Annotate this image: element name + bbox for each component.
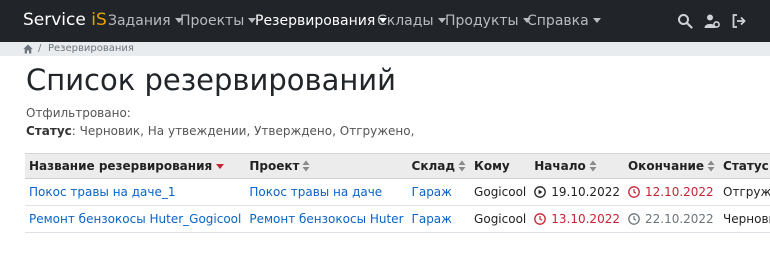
nav-projects-label: Проекты (180, 13, 245, 29)
filtered-label: Отфильтровано: (26, 106, 131, 120)
status-filter-summary: Статус: Черновик, На утвеждении, Утвержд… (26, 124, 414, 138)
col-warehouse-label: Склад (411, 159, 456, 173)
clock-icon (534, 213, 547, 225)
nav-products[interactable]: Продукты (445, 13, 531, 29)
cell-name: Ремонт бензокосы Huter_Gogicool (25, 205, 246, 233)
end-date: 22.10.2022 (644, 212, 714, 226)
sort-icon (458, 160, 466, 172)
start-date: 13.10.2022 (551, 212, 620, 226)
nav-reservations-label: Резервирования (255, 13, 376, 29)
cell-project: Покос травы на даче (245, 178, 408, 206)
start-date: 19.10.2022 (551, 185, 620, 199)
col-start-label: Начало (534, 159, 586, 173)
nav-projects[interactable]: Проекты (180, 13, 257, 29)
cell-name: Покос травы на даче_1 (25, 178, 246, 206)
cell-status: Отгружено (719, 178, 770, 206)
chevron-down-icon (592, 18, 601, 23)
table-header-row: Название резервирования Проект Склад Ком… (25, 153, 770, 179)
project-link[interactable]: Покос травы на даче (249, 185, 382, 199)
warehouse-link[interactable]: Гараж (412, 185, 452, 199)
sort-icon (302, 160, 310, 172)
nav-tasks[interactable]: Задания (108, 13, 183, 29)
breadcrumb: / Резервирования (0, 42, 770, 56)
warehouse-link[interactable]: Гараж (412, 212, 452, 226)
sort-desc-icon (216, 164, 225, 169)
table-row: Ремонт бензокосы Huter_Gogicool Ремонт б… (25, 205, 770, 233)
col-project-label: Проект (249, 159, 300, 173)
nav-warehouses-label: Склады (377, 13, 434, 29)
col-project-header[interactable]: Проект (245, 153, 408, 179)
cell-to: Gogicool (470, 178, 531, 206)
nav-reservations[interactable]: Резервирования (255, 13, 388, 29)
cell-start: 19.10.2022 (530, 178, 624, 206)
page-title: Список резервирований (26, 63, 397, 97)
nav-warehouses[interactable]: Склады (377, 13, 446, 29)
status-filter-key: Статус (26, 124, 72, 138)
col-status-header[interactable]: Статус (719, 153, 770, 179)
col-end-label: Окончание (627, 159, 705, 173)
col-name-label: Название резервирования (29, 159, 213, 173)
cell-end: 22.10.2022 (623, 205, 720, 233)
col-to-label: Кому (474, 159, 510, 173)
clock-icon (628, 186, 640, 198)
brand-logo[interactable]: Service iS (23, 10, 107, 30)
reservation-link[interactable]: Покос травы на даче_1 (29, 185, 175, 199)
home-icon[interactable] (23, 44, 33, 54)
breadcrumb-current: Резервирования (48, 43, 134, 54)
cell-project: Ремонт бензокосы Huter (245, 205, 408, 233)
col-to-header[interactable]: Кому (470, 153, 531, 179)
table-row: Покос травы на даче_1 Покос травы на дач… (25, 178, 770, 206)
status-filter-values: : Черновик, На утвеждении, Утверждено, О… (71, 124, 415, 138)
col-warehouse-header[interactable]: Склад (407, 153, 471, 179)
cell-to: Gogicool (470, 205, 531, 233)
cell-start: 13.10.2022 (530, 205, 624, 233)
search-icon[interactable] (677, 13, 693, 29)
cell-end: 12.10.2022 (623, 178, 720, 206)
col-start-header[interactable]: Начало (530, 153, 624, 179)
project-link[interactable]: Ремонт бензокосы Huter (249, 212, 403, 226)
user-settings-icon[interactable] (704, 13, 720, 29)
end-date: 12.10.2022 (644, 185, 714, 199)
sort-icon (589, 160, 597, 172)
nav-products-label: Продукты (445, 13, 519, 29)
reservations-table: Название резервирования Проект Склад Ком… (25, 153, 770, 233)
cell-warehouse: Гараж (407, 178, 471, 206)
brand-name: Service (23, 10, 92, 30)
cell-status: Черновик (719, 205, 770, 233)
col-status-label: Статус (723, 159, 769, 173)
brand-accent: iS (91, 10, 107, 30)
top-navbar: Service iS Задания Проекты Резервировани… (0, 0, 770, 42)
cell-warehouse: Гараж (407, 205, 471, 233)
sort-icon (707, 160, 715, 172)
col-name-header[interactable]: Название резервирования (25, 153, 246, 179)
reservation-link[interactable]: Ремонт бензокосы Huter_Gogicool (29, 212, 241, 226)
col-end-header[interactable]: Окончание (623, 153, 720, 179)
clock-icon (628, 213, 640, 225)
nav-tasks-label: Задания (108, 13, 171, 29)
nav-help-label: Справка (527, 13, 589, 29)
play-circle-icon (534, 186, 547, 198)
nav-help[interactable]: Справка (527, 13, 601, 29)
breadcrumb-separator: / (38, 43, 42, 54)
logout-icon[interactable] (731, 13, 747, 29)
